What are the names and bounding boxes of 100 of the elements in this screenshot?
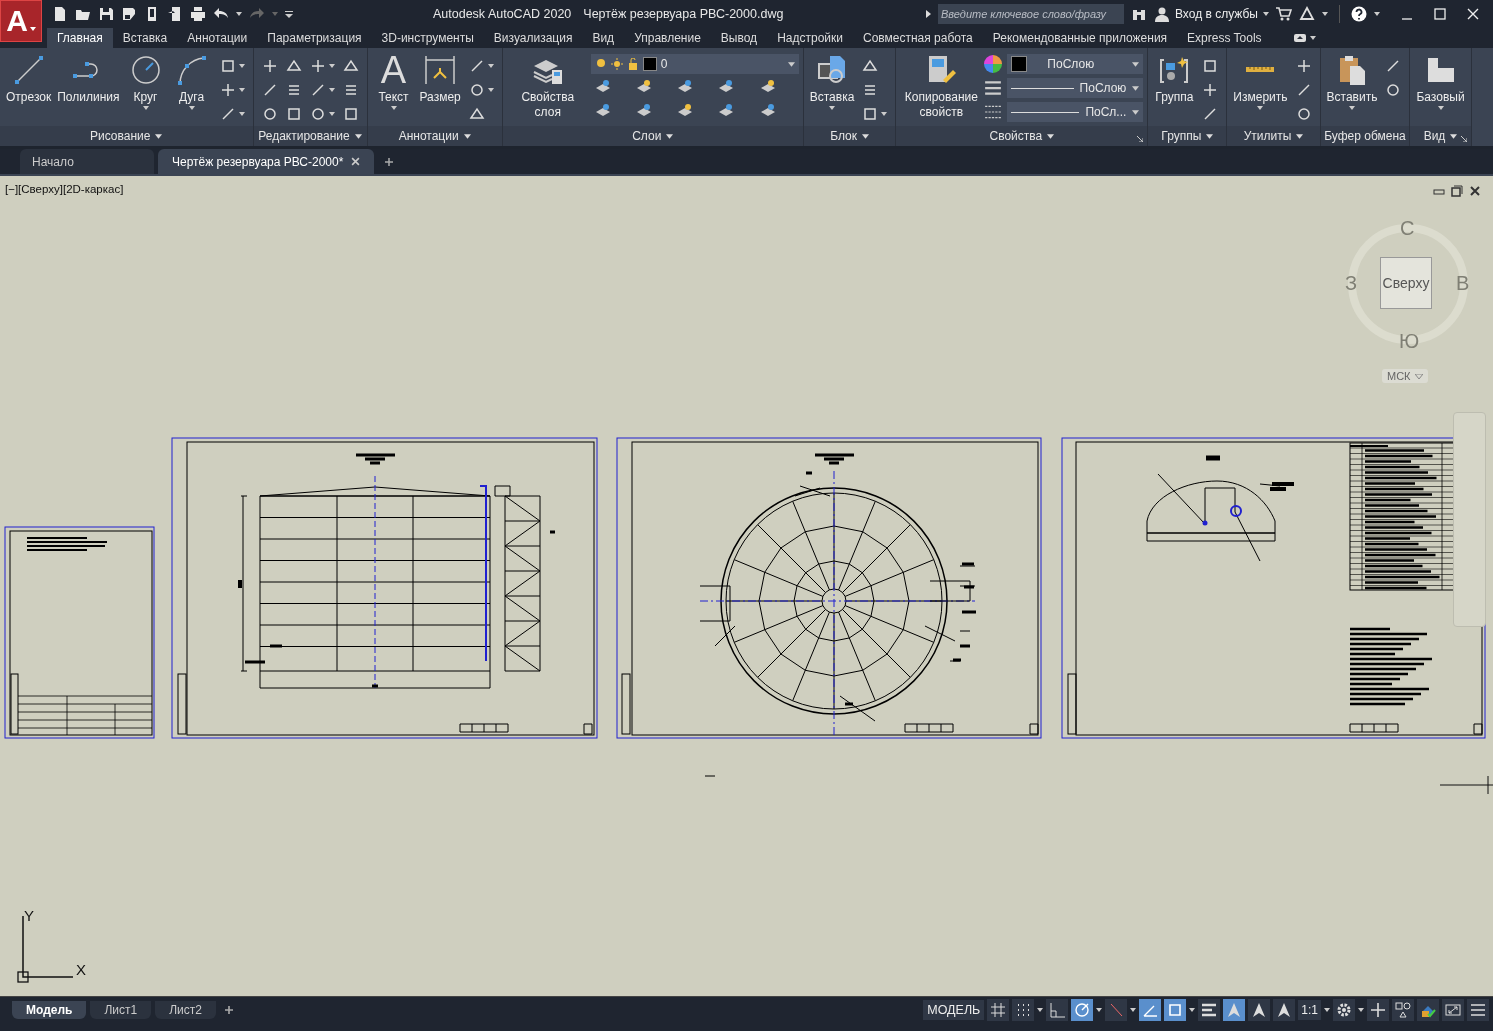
layer-tool-icon[interactable] (759, 102, 776, 118)
tool-icon[interactable] (342, 58, 359, 74)
ribbon-tab[interactable]: 3D-инструменты (371, 28, 484, 48)
tool-icon[interactable] (862, 58, 879, 74)
sign-in-button[interactable]: Вход в службы (1154, 6, 1269, 22)
annotation-scale-icon[interactable] (1273, 999, 1296, 1021)
caret-icon[interactable] (1322, 12, 1328, 16)
ribbon-tab[interactable]: Визуализация (483, 28, 583, 48)
caret-icon[interactable] (1374, 12, 1380, 16)
caret-icon[interactable] (236, 12, 242, 16)
panel-title[interactable]: Слои (632, 129, 674, 143)
layer-tool-icon[interactable] (677, 78, 694, 94)
layer-tool-icon[interactable] (718, 78, 735, 94)
ribbon-tool-button[interactable]: A Текст (371, 52, 416, 112)
ribbon-tab[interactable]: Express Tools (1177, 28, 1272, 48)
angle-icon[interactable] (1139, 999, 1162, 1021)
layer-tool-icon[interactable] (594, 78, 611, 94)
tool-icon[interactable] (342, 106, 359, 122)
grid-icon[interactable] (987, 999, 1010, 1021)
object-snap-icon[interactable] (1164, 999, 1187, 1021)
annotation-scale-button[interactable]: 1:1 (1298, 1000, 1321, 1020)
caret-icon[interactable] (328, 112, 335, 116)
caret-icon[interactable] (487, 64, 494, 68)
new-tab-icon[interactable] (384, 156, 395, 167)
maximize-icon[interactable] (1434, 8, 1446, 20)
ribbon-tab[interactable]: Главная (47, 28, 113, 48)
ribbon-tool-button[interactable]: Измерить (1231, 52, 1290, 112)
autoscale-icon[interactable] (1248, 999, 1271, 1021)
ribbon-tool-button[interactable]: Отрезок (4, 52, 54, 107)
caret-icon[interactable] (328, 88, 335, 92)
isolate-icon[interactable] (1417, 999, 1439, 1021)
layout-tab[interactable]: Модель (12, 1001, 87, 1019)
layer-tool-icon[interactable] (677, 102, 694, 118)
property-dropdown[interactable]: ПоСлою (1007, 78, 1144, 98)
tool-icon[interactable] (468, 82, 485, 98)
caret-icon[interactable] (1324, 1008, 1330, 1012)
lineweight-icon[interactable] (1198, 999, 1221, 1021)
ribbon-tab[interactable]: Параметризация (257, 28, 372, 48)
cart-icon[interactable] (1276, 6, 1292, 22)
caret-icon[interactable] (881, 112, 888, 116)
ribbon-tab[interactable]: Управление (624, 28, 711, 48)
help-icon[interactable] (1351, 6, 1367, 22)
tool-icon[interactable] (261, 58, 278, 74)
layer-tool-icon[interactable] (594, 102, 611, 118)
expand-icon[interactable] (926, 10, 931, 18)
viewport-label[interactable]: [−][Сверху][2D-каркас] (5, 183, 124, 195)
tool-icon[interactable] (1385, 58, 1402, 74)
dialog-launcher-icon[interactable] (1137, 136, 1144, 142)
caret-icon[interactable] (1130, 1008, 1137, 1012)
menu-icon[interactable] (1467, 999, 1489, 1021)
polar-icon[interactable] (1071, 999, 1094, 1021)
ribbon-tool-button[interactable]: Свойства слоя (506, 52, 589, 122)
settings-icon[interactable] (1333, 999, 1355, 1021)
panel-title[interactable]: Свойства (989, 129, 1055, 143)
ribbon-tab[interactable]: Рекомендованные приложения (982, 28, 1178, 48)
ribbon-tab[interactable]: Надстройки (767, 28, 853, 48)
caret-icon[interactable] (238, 64, 245, 68)
ribbon-tab[interactable]: Вставка (112, 28, 178, 48)
layout-tab[interactable]: Лист1 (90, 1001, 152, 1019)
document-tab[interactable]: Чертёж резервуара РВС-2000* (158, 149, 375, 174)
caret-icon[interactable] (238, 112, 245, 116)
shapes-icon[interactable] (1392, 999, 1414, 1021)
triangle-network-icon[interactable] (1299, 6, 1315, 22)
dialog-launcher-icon[interactable] (1460, 136, 1467, 142)
fullscreen-icon[interactable] (1442, 999, 1464, 1021)
property-dropdown[interactable]: ПоСл... (1007, 102, 1144, 122)
new-file-icon[interactable] (52, 6, 68, 22)
tool-icon[interactable] (309, 58, 326, 74)
tool-icon[interactable] (261, 106, 278, 122)
plus-icon[interactable] (1367, 999, 1389, 1021)
tool-icon[interactable] (1202, 58, 1219, 74)
property-dropdown[interactable]: ПоСлою (1007, 54, 1144, 74)
ribbon-tool-button[interactable]: Группа (1152, 52, 1197, 107)
customize-icon[interactable] (285, 10, 293, 18)
caret-icon[interactable] (328, 64, 335, 68)
tool-icon[interactable] (862, 106, 879, 122)
layer-tool-icon[interactable] (635, 102, 652, 118)
tool-icon[interactable] (1202, 82, 1219, 98)
tool-icon[interactable] (1295, 106, 1312, 122)
layer-dropdown[interactable]: 0 (590, 54, 799, 74)
ribbon-tool-button[interactable]: Полилиния (55, 52, 122, 107)
model-space-button[interactable]: МОДЕЛЬ (923, 1000, 985, 1020)
snap-icon[interactable] (1012, 999, 1035, 1021)
ribbon-tool-button[interactable]: Круг (123, 52, 168, 112)
viewcube-face[interactable]: Сверху (1380, 257, 1432, 309)
tool-icon[interactable] (309, 106, 326, 122)
layer-tool-icon[interactable] (635, 78, 652, 94)
close-icon[interactable] (1469, 185, 1481, 197)
panel-toggle-icon[interactable] (1293, 33, 1316, 43)
tool-icon[interactable] (219, 82, 236, 98)
restore-icon[interactable] (1451, 185, 1463, 197)
ribbon-tool-button[interactable]: Базовый (1414, 52, 1467, 112)
ribbon-tool-button[interactable]: Вставка (807, 52, 857, 112)
layer-tool-icon[interactable] (718, 102, 735, 118)
caret-icon[interactable] (1037, 1008, 1044, 1012)
document-tab[interactable]: Начало (20, 149, 154, 174)
ribbon-tab[interactable]: Совместная работа (852, 28, 983, 48)
tool-icon[interactable] (1202, 106, 1219, 122)
caret-icon[interactable] (1189, 1008, 1196, 1012)
ucs-menu-button[interactable]: МСК (1382, 369, 1428, 383)
